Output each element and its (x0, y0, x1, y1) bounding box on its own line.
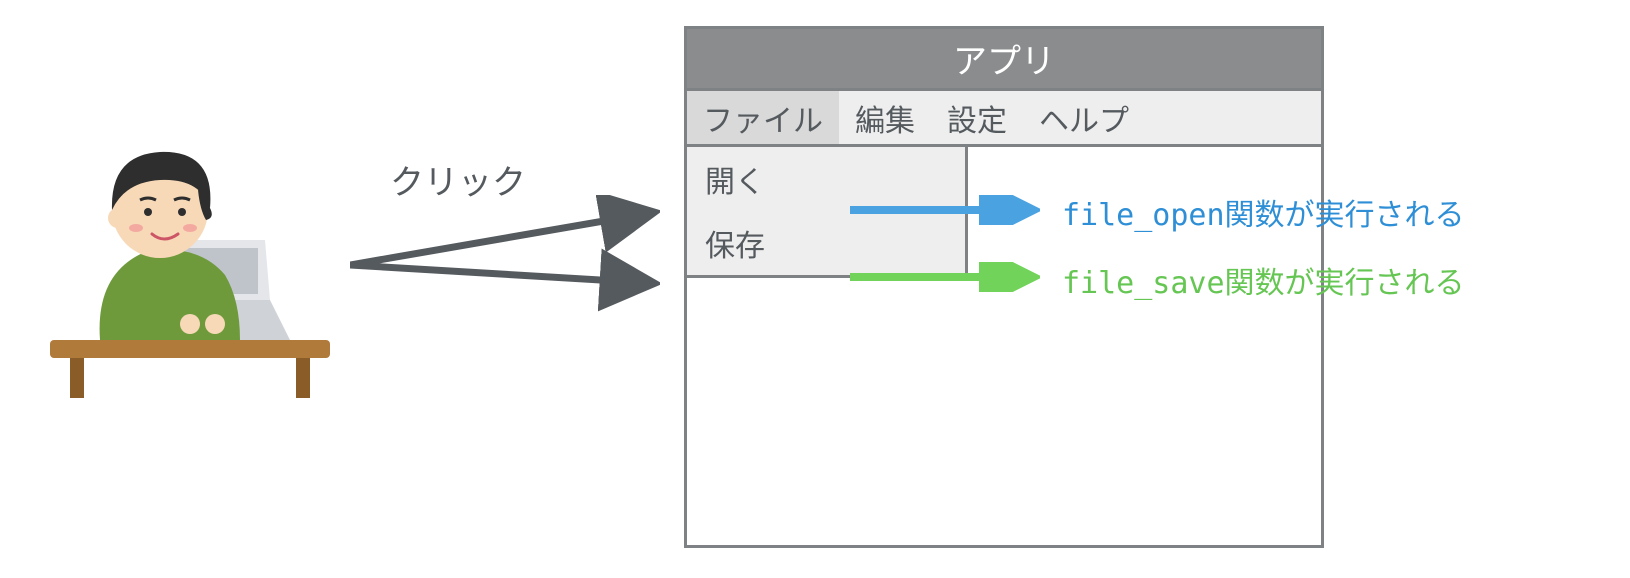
click-arrows (350, 195, 660, 335)
menu-item-settings[interactable]: 設定 (931, 91, 1023, 144)
app-titlebar: アプリ (687, 29, 1321, 91)
callout-open-text: file_open関数が実行される (1062, 190, 1465, 234)
menu-item-help[interactable]: ヘルプ (1023, 91, 1145, 144)
arrow-save-callout (850, 262, 1040, 292)
app-menubar: ファイル 編集 設定 ヘルプ (687, 91, 1321, 147)
menu-item-file[interactable]: ファイル (687, 91, 839, 144)
arrow-open-callout (850, 195, 1040, 225)
app-title: アプリ (953, 34, 1055, 83)
user-at-laptop-illustration (40, 100, 340, 400)
callout-save-text: file_save関数が実行される (1062, 258, 1465, 302)
menu-item-edit[interactable]: 編集 (839, 91, 931, 144)
